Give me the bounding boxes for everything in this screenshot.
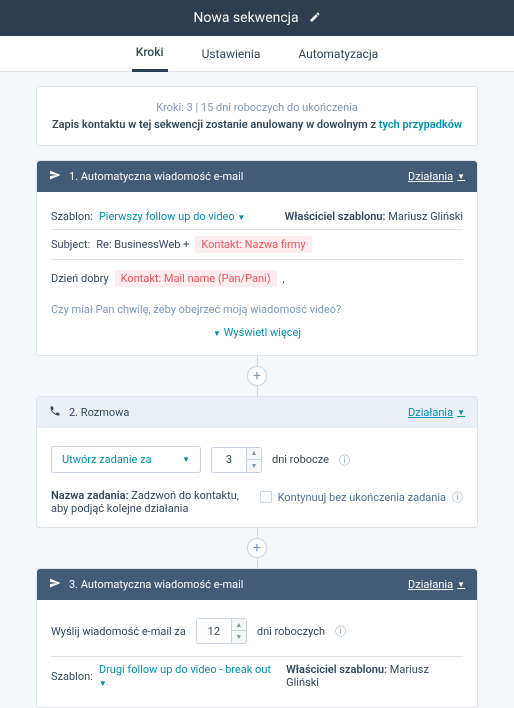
send-label: Wyślij wiadomość e-mail za — [51, 625, 186, 638]
page-title: Nowa sekwencja — [193, 10, 298, 26]
tabs: Kroki Ustawienia Automatyzacja — [0, 36, 514, 72]
info-card: Kroki: 3 | 15 dni roboczych do ukończeni… — [36, 86, 478, 146]
days-input-wrap: ▲ ▼ — [196, 618, 247, 644]
subject-text: Re: BusinessWeb + — [96, 238, 189, 251]
step-1: 1. Automatyczna wiadomość e-mail Działan… — [36, 160, 478, 356]
step-2: 2. Rozmowa Działania▼ Utwórz zadanie za▼… — [36, 396, 478, 528]
info-icon[interactable]: ⓘ — [452, 489, 463, 505]
add-step-button[interactable]: + — [247, 538, 267, 558]
step-1-actions[interactable]: Działania▼ — [408, 170, 465, 183]
step-2-actions[interactable]: Działania▼ — [408, 406, 465, 419]
continue-label: Kontynuuj bez ukończenia zadania — [278, 491, 446, 504]
cancel-cases-link[interactable]: tych przypadków — [379, 118, 462, 131]
step-2-header: 2. Rozmowa Działania▼ — [37, 397, 477, 428]
step-down[interactable]: ▼ — [247, 460, 261, 472]
step-up[interactable]: ▲ — [232, 619, 246, 631]
chevron-down-icon: ▼ — [457, 580, 465, 589]
topbar: Nowa sekwencja — [0, 0, 514, 36]
show-more[interactable]: ▼ Wyświetl więcej — [51, 320, 463, 343]
phone-icon — [49, 405, 61, 420]
step-3-header: 3. Automatyczna wiadomość e-mail Działan… — [37, 569, 477, 600]
connector-2: + — [36, 528, 478, 568]
template-label: Szablon: — [51, 210, 93, 223]
template-select[interactable]: Pierwszy follow up do video ▼ — [99, 210, 245, 223]
step-2-title: 2. Rozmowa — [69, 406, 129, 419]
info-summary: Kroki: 3 | 15 dni roboczych do ukończeni… — [51, 101, 463, 114]
subject-label: Subject: — [51, 238, 90, 251]
greeting: Dzień dobry — [51, 272, 109, 285]
edit-title-icon[interactable] — [309, 11, 321, 26]
step-3-actions[interactable]: Działania▼ — [408, 578, 465, 591]
chevron-down-icon: ▼ — [457, 172, 465, 181]
step-1-title: 1. Automatyczna wiadomość e-mail — [69, 170, 243, 183]
task-timing-select[interactable]: Utwórz zadanie za▼ — [51, 446, 201, 473]
template-owner: Właściciel szablonu: Mariusz Gliński — [286, 663, 463, 689]
chevron-down-icon: ▼ — [182, 455, 190, 464]
days-unit: dni robocze — [272, 453, 329, 466]
info-icon[interactable]: ⓘ — [335, 623, 346, 639]
template-owner: Właściciel szablonu: Mariusz Gliński — [285, 210, 463, 223]
tab-steps[interactable]: Kroki — [132, 35, 168, 72]
chevron-down-icon: ▼ — [237, 213, 245, 222]
chevron-down-icon: ▼ — [457, 408, 465, 417]
step-3: 3. Automatyczna wiadomość e-mail Działan… — [36, 568, 478, 708]
template-label: Szablon: — [51, 670, 93, 683]
days-unit: dni roboczych — [257, 625, 325, 638]
days-input[interactable] — [212, 448, 246, 472]
template-select[interactable]: Drugi follow up do video - break out ▼ — [99, 663, 280, 689]
body-preview: Czy miał Pan chwilę, żeby obejrzeć moją … — [51, 293, 463, 320]
step-up[interactable]: ▲ — [247, 448, 261, 460]
step-3-title: 3. Automatyczna wiadomość e-mail — [69, 578, 243, 591]
greeting-token[interactable]: Kontakt: Mail name (Pan/Pani) — [115, 270, 277, 287]
step-1-header: 1. Automatyczna wiadomość e-mail Działan… — [37, 161, 477, 192]
tab-settings[interactable]: Ustawienia — [198, 37, 265, 71]
connector-1: + — [36, 356, 478, 396]
add-step-button[interactable]: + — [247, 366, 267, 386]
chevron-down-icon: ▼ — [99, 679, 107, 688]
subject-token[interactable]: Kontakt: Nazwa firmy — [195, 236, 311, 253]
days-input-wrap: ▲ ▼ — [211, 447, 262, 473]
paper-plane-icon — [49, 577, 61, 592]
continue-checkbox[interactable] — [260, 491, 272, 503]
task-name: Nazwa zadania: Zadzwoń do kontaktu, aby … — [51, 489, 248, 515]
step-down[interactable]: ▼ — [232, 631, 246, 643]
paper-plane-icon — [49, 169, 61, 184]
info-icon[interactable]: ⓘ — [339, 452, 350, 468]
days-input[interactable] — [197, 619, 231, 643]
info-cancel-note: Zapis kontaktu w tej sekwencji zostanie … — [51, 118, 463, 131]
tab-automation[interactable]: Automatyzacja — [294, 37, 382, 71]
